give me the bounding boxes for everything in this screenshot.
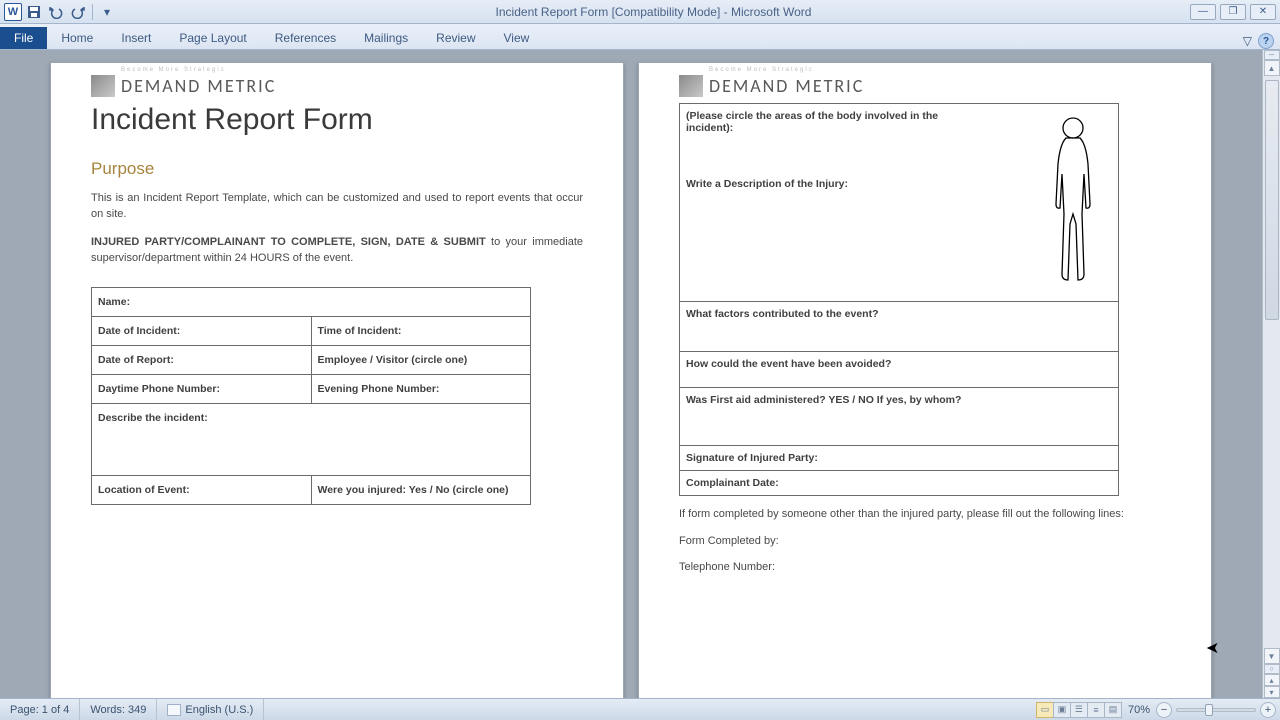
zoom-handle[interactable] [1205, 704, 1213, 716]
page-title: Incident Report Form [91, 103, 583, 137]
zoom-in-button[interactable]: + [1260, 702, 1276, 718]
tab-file[interactable]: File [0, 27, 47, 49]
instruction-bold: INJURED PARTY/COMPLAINANT TO COMPLETE, S… [91, 236, 486, 248]
form-table-1: Name: Date of Incident: Time of Incident… [91, 287, 531, 505]
instruction-text: INJURED PARTY/COMPLAINANT TO COMPLETE, S… [91, 235, 583, 267]
view-print-layout-icon[interactable]: ▭ [1036, 702, 1054, 718]
cell-day-phone[interactable]: Daytime Phone Number: [92, 374, 312, 403]
section-purpose: Purpose [91, 159, 583, 179]
tab-mailings[interactable]: Mailings [350, 27, 422, 49]
cell-avoided[interactable]: How could the event have been avoided? [680, 352, 1119, 388]
cell-eve-phone[interactable]: Evening Phone Number: [311, 374, 531, 403]
ribbon-minimize-icon[interactable]: ▽ [1243, 34, 1252, 48]
cell-firstaid[interactable]: Was First aid administered? YES / NO If … [680, 388, 1119, 446]
body-outline-icon [1038, 114, 1108, 284]
tab-insert[interactable]: Insert [107, 27, 165, 49]
logo-tagline-2: Become More Strategic [709, 67, 1171, 73]
help-icon[interactable]: ? [1258, 33, 1274, 49]
cell-describe-incident[interactable]: Describe the incident: [92, 403, 531, 475]
form-table-2: (Please circle the areas of the body inv… [679, 103, 1119, 496]
tab-view[interactable]: View [490, 27, 544, 49]
status-language[interactable]: English (U.S.) [157, 699, 264, 720]
status-right: ▭ ▣ ☰ ≡ ▤ 70% − + [1037, 702, 1280, 718]
status-language-label: English (U.S.) [185, 704, 253, 716]
split-button[interactable]: ─ [1264, 50, 1280, 60]
cell-date-incident[interactable]: Date of Incident: [92, 316, 312, 345]
undo-icon[interactable] [46, 3, 66, 21]
status-page[interactable]: Page: 1 of 4 [0, 699, 80, 720]
tab-references[interactable]: References [261, 27, 350, 49]
prev-page-icon[interactable]: ▴ [1264, 674, 1280, 686]
logo-text-2: DEMAND METRIC [709, 75, 864, 97]
cell-factors[interactable]: What factors contributed to the event? [680, 302, 1119, 352]
save-icon[interactable] [24, 3, 44, 21]
logo-text: DEMAND METRIC [121, 75, 276, 97]
scroll-thumb[interactable] [1265, 80, 1279, 320]
title-bar: W ▾ Incident Report Form [Compatibility … [0, 0, 1280, 24]
cell-circle-areas-label: (Please circle the areas of the body inv… [686, 110, 942, 134]
page-2[interactable]: Become More Strategic DEMAND METRIC (Ple… [638, 62, 1212, 698]
logo: DEMAND METRIC [91, 75, 583, 97]
tab-home[interactable]: Home [47, 27, 107, 49]
document-area: Become More Strategic DEMAND METRIC Inci… [0, 50, 1262, 698]
cell-location[interactable]: Location of Event: [92, 475, 312, 504]
tab-page-layout[interactable]: Page Layout [165, 27, 260, 49]
qat-separator [92, 4, 93, 20]
scroll-up-icon[interactable]: ▲ [1264, 60, 1280, 76]
view-full-screen-icon[interactable]: ▣ [1053, 702, 1071, 718]
footer-note-3: Telephone Number: [679, 559, 1171, 576]
status-words[interactable]: Words: 349 [80, 699, 157, 720]
zoom-percent[interactable]: 70% [1128, 704, 1150, 716]
footer-note-1: If form completed by someone other than … [679, 506, 1171, 523]
cell-time-incident[interactable]: Time of Incident: [311, 316, 531, 345]
qat-customize-icon[interactable]: ▾ [97, 3, 117, 21]
quick-access-toolbar: W ▾ [0, 3, 117, 21]
logo-2: DEMAND METRIC [679, 75, 1171, 97]
cell-body-diagram[interactable]: (Please circle the areas of the body inv… [680, 104, 1119, 302]
cell-name[interactable]: Name: [92, 287, 531, 316]
page-1[interactable]: Become More Strategic DEMAND METRIC Inci… [50, 62, 624, 698]
restore-button[interactable]: ❐ [1220, 4, 1246, 20]
zoom-out-button[interactable]: − [1156, 702, 1172, 718]
cell-date-report[interactable]: Date of Report: [92, 345, 312, 374]
window-title: Incident Report Form [Compatibility Mode… [117, 5, 1190, 19]
tab-review[interactable]: Review [422, 27, 489, 49]
redo-icon[interactable] [68, 3, 88, 21]
next-page-icon[interactable]: ▾ [1264, 686, 1280, 698]
minimize-button[interactable]: ― [1190, 4, 1216, 20]
vertical-scrollbar[interactable]: ─ ▲ ▼ ○ ▴ ▾ [1262, 50, 1280, 698]
proofing-icon [167, 704, 181, 716]
cell-employee-visitor[interactable]: Employee / Visitor (circle one) [311, 345, 531, 374]
view-outline-icon[interactable]: ≡ [1087, 702, 1105, 718]
view-draft-icon[interactable]: ▤ [1104, 702, 1122, 718]
zoom-slider[interactable] [1176, 708, 1256, 712]
ribbon-tabs: File Home Insert Page Layout References … [0, 24, 1280, 50]
footer-note-2: Form Completed by: [679, 533, 1171, 550]
cell-complainant-date[interactable]: Complainant Date: [680, 471, 1119, 496]
view-web-layout-icon[interactable]: ☰ [1070, 702, 1088, 718]
close-button[interactable]: ✕ [1250, 4, 1276, 20]
browse-object-icon[interactable]: ○ [1264, 664, 1280, 674]
cell-signature[interactable]: Signature of Injured Party: [680, 446, 1119, 471]
status-bar: Page: 1 of 4 Words: 349 English (U.S.) ▭… [0, 698, 1280, 720]
logo-mark-icon [91, 75, 115, 97]
window-controls: ― ❐ ✕ [1190, 4, 1280, 20]
scroll-down-icon[interactable]: ▼ [1264, 648, 1280, 664]
logo-mark-icon-2 [679, 75, 703, 97]
cell-were-injured[interactable]: Were you injured: Yes / No (circle one) [311, 475, 531, 504]
word-app-icon[interactable]: W [4, 3, 22, 21]
logo-tagline: Become More Strategic [121, 67, 583, 73]
intro-text: This is an Incident Report Template, whi… [91, 191, 583, 223]
